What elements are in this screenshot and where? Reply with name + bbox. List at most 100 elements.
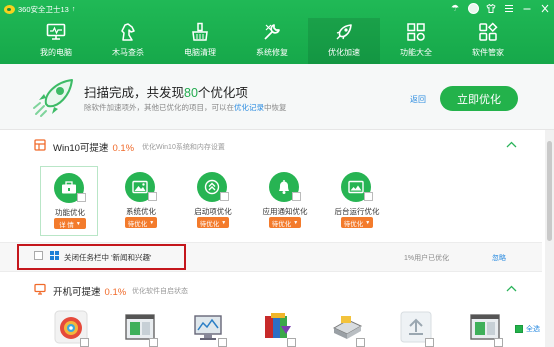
nav-label: 功能大全	[400, 48, 432, 57]
tag-text: 待优化	[271, 220, 292, 228]
startup-checkbox[interactable]	[149, 338, 158, 347]
nav-item-system-repair[interactable]: 系统修复	[236, 18, 308, 64]
pending-tag[interactable]: 待优化 ▼	[269, 217, 301, 228]
opt-item-startup[interactable]: 启动项优化 待优化 ▼	[184, 166, 256, 236]
win10-section-icon	[34, 139, 46, 151]
pending-tag[interactable]: 待优化 ▼	[341, 217, 373, 228]
rocket-icon	[333, 21, 355, 43]
item-label: 后台运行优化	[334, 207, 380, 216]
collapse-chevron-icon[interactable]	[506, 284, 517, 295]
windows-logo-icon	[50, 251, 59, 260]
avatar[interactable]	[464, 0, 482, 16]
scan-result-banner: 扫描完成，共发现80个优化项 除软件加速项外，其他已优化的项目，可以在优化记录中…	[0, 64, 554, 130]
win10-items-list: 功能优化 详 情 ▼ 系统优化 待优化 ▼ 启动项优化 待优化 ▼ 应用通知优化 待优…	[40, 166, 400, 236]
app-title-bar: 360安全卫士13 ↑	[4, 3, 75, 15]
select-all-toggle[interactable]: 全选	[515, 324, 540, 334]
menu-icon[interactable]	[500, 0, 518, 16]
users-optimized-text: 1%用户已优化	[404, 255, 450, 262]
subtitle-suffix: 中恢复	[264, 103, 287, 112]
tag-text: 待优化	[343, 220, 364, 228]
startup-item-installer-app-icon[interactable]	[261, 310, 296, 347]
optimize-count: 80	[184, 86, 198, 100]
dropdown-arrow-icon: ▼	[149, 219, 155, 226]
startup-checkbox[interactable]	[356, 338, 365, 347]
item-checkbox[interactable]	[220, 192, 229, 201]
startup-item-upload-app-icon[interactable]	[399, 310, 434, 347]
pending-tag[interactable]: 待优化 ▼	[197, 217, 229, 228]
startup-item-monitor-app-icon[interactable]	[192, 310, 227, 347]
opt-item-notification[interactable]: 应用通知优化 待优化 ▼	[256, 166, 328, 236]
item-label: 启动项优化	[194, 207, 232, 216]
grid-icon	[405, 21, 427, 43]
win10-pct: 0.1%	[112, 143, 135, 154]
tag-text: 详 情	[59, 221, 74, 229]
opt-item-feature[interactable]: 功能优化 详 情 ▼	[40, 166, 98, 236]
apps-icon	[477, 21, 499, 43]
opt-item-background[interactable]: 后台运行优化 待优化 ▼	[328, 166, 400, 236]
ignore-link[interactable]: 忽略	[492, 253, 506, 263]
startup-item-drive-app-icon[interactable]	[330, 310, 365, 347]
win10-title: Win10可提速	[53, 143, 109, 154]
startup-item-window-app-icon[interactable]	[123, 310, 158, 347]
nav-item-features[interactable]: 功能大全	[380, 18, 452, 64]
minimize-icon[interactable]	[518, 0, 536, 16]
scan-title-suffix: 个优化项	[197, 86, 248, 100]
update-arrow-icon[interactable]: ↑	[72, 6, 76, 13]
skin-icon[interactable]	[482, 0, 500, 16]
nav-item-cleanup[interactable]: 电脑清理	[164, 18, 236, 64]
row-checkbox[interactable]	[34, 251, 43, 260]
item-checkbox[interactable]	[364, 192, 373, 201]
monitor-icon	[45, 21, 67, 43]
close-icon[interactable]	[536, 0, 554, 16]
startup-checkbox[interactable]	[218, 338, 227, 347]
window-controls: ☂	[446, 0, 554, 16]
nav-item-trojan-scan[interactable]: 木马查杀	[92, 18, 164, 64]
pending-tag[interactable]: 待优化 ▼	[125, 217, 157, 228]
startup-items-list	[50, 310, 530, 347]
startup-checkbox[interactable]	[80, 338, 89, 347]
dropdown-arrow-icon: ▼	[365, 219, 371, 226]
broom-icon	[189, 21, 211, 43]
startup-checkbox[interactable]	[425, 338, 434, 347]
startup-section-header: 开机可提速 0.1% 优化软件自启状态	[0, 276, 542, 302]
startup-item-green-window-app-icon[interactable]	[468, 310, 503, 347]
logo-icon	[4, 4, 15, 14]
startup-title: 开机可提速	[53, 287, 101, 298]
app-title: 360安全卫士13	[18, 4, 69, 14]
scrollbar-thumb[interactable]	[547, 141, 552, 241]
opt-item-system[interactable]: 系统优化 待优化 ▼	[112, 166, 184, 236]
collapse-chevron-icon[interactable]	[506, 140, 517, 151]
nav-item-speedup[interactable]: 优化加速	[308, 18, 380, 64]
umbrella-icon[interactable]: ☂	[446, 0, 464, 16]
startup-section-desc: 优化软件自启状态	[132, 288, 188, 295]
select-all-checkbox[interactable]	[515, 325, 523, 333]
scan-result-title: 扫描完成，共发现80个优化项	[84, 82, 248, 101]
dropdown-arrow-icon: ▼	[221, 219, 227, 226]
detail-tag[interactable]: 详 情 ▼	[54, 218, 86, 229]
dropdown-arrow-icon: ▼	[75, 220, 81, 227]
startup-checkbox[interactable]	[494, 338, 503, 347]
optimize-now-button[interactable]: 立即优化	[440, 86, 518, 111]
scan-result-subtitle: 除软件加速项外，其他已优化的项目，可以在优化记录中恢复	[84, 102, 287, 113]
nav-label: 电脑清理	[184, 48, 216, 57]
tag-text: 待优化	[127, 220, 148, 228]
startup-item-disc-app-icon[interactable]	[54, 310, 89, 347]
main-nav: 我的电脑 木马查杀 电脑清理 系统修复 优化加速 功能大全 软件管家	[20, 18, 524, 64]
startup-pct: 0.1%	[104, 287, 127, 298]
win10-section-desc: 优化Win10系统和内存设置	[142, 144, 225, 151]
horse-icon	[117, 21, 139, 43]
item-checkbox[interactable]	[77, 193, 86, 202]
subtitle-prefix: 除软件加速项外，其他已优化的项目，可以在	[84, 103, 234, 112]
startup-section-icon	[34, 283, 46, 295]
nav-label: 软件管家	[472, 48, 504, 57]
optimize-history-link[interactable]: 优化记录	[234, 103, 264, 112]
rocket-illustration-icon	[32, 78, 76, 118]
wrench-icon	[261, 21, 283, 43]
nav-item-software-manager[interactable]: 软件管家	[452, 18, 524, 64]
item-checkbox[interactable]	[148, 192, 157, 201]
scan-title-prefix: 扫描完成，共发现	[84, 86, 185, 100]
back-link[interactable]: 返回	[410, 94, 426, 105]
item-checkbox[interactable]	[292, 192, 301, 201]
nav-item-my-computer[interactable]: 我的电脑	[20, 18, 92, 64]
startup-checkbox[interactable]	[287, 338, 296, 347]
